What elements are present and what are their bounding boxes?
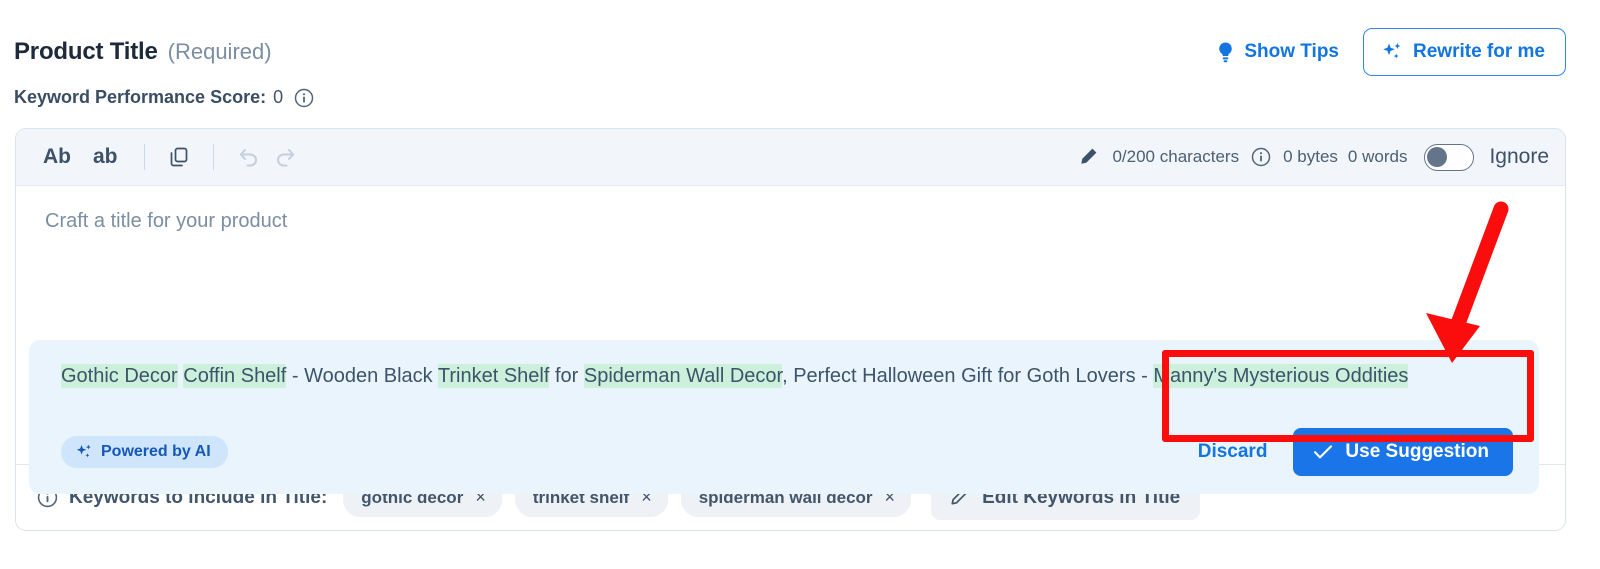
uppercase-button[interactable]: Ab <box>34 141 80 173</box>
toolbar-divider <box>143 144 145 170</box>
suggestion-keyword-highlight: Manny's Mysterious Oddities <box>1153 364 1409 388</box>
suggestion-actions: Discard Use Suggestion <box>1198 428 1513 476</box>
ignore-label: Ignore <box>1489 145 1549 168</box>
rewrite-for-me-label: Rewrite for me <box>1413 41 1545 62</box>
ai-suggestion-panel: Gothic Decor Coffin Shelf - Wooden Black… <box>29 340 1539 494</box>
title-group: Product Title (Required) <box>14 38 272 66</box>
suggestion-text: Gothic Decor Coffin Shelf - Wooden Black… <box>61 360 1513 393</box>
word-count: 0 words <box>1347 147 1408 166</box>
sparkles-icon <box>1381 41 1403 63</box>
suggestion-plain-text: , Perfect Halloween Gift for Goth Lovers… <box>782 365 1154 387</box>
product-title-editor-screen: Product Title (Required) Show Tips Rewri… <box>0 0 1600 569</box>
suggestion-keyword-highlight: Trinket Shelf <box>437 364 550 388</box>
toggle-knob <box>1427 146 1448 167</box>
title-editor-card: Ab ab 0/200 characters 0 bytes 0 words I… <box>15 128 1566 531</box>
header: Product Title (Required) Show Tips Rewri… <box>14 28 1566 76</box>
show-tips-label: Show Tips <box>1244 41 1340 62</box>
toolbar-right-group: 0/200 characters 0 bytes 0 words Ignore <box>1077 143 1549 171</box>
use-suggestion-label: Use Suggestion <box>1345 441 1489 462</box>
toolbar-left-group: Ab ab <box>34 140 303 174</box>
suggestion-plain-text: - Wooden Black <box>286 365 438 387</box>
discard-button[interactable]: Discard <box>1198 441 1268 463</box>
character-count: 0/200 characters <box>1112 147 1240 166</box>
score-label: Keyword Performance Score: <box>14 87 267 107</box>
score-value: 0 <box>273 87 284 107</box>
info-circle-icon[interactable] <box>294 88 314 108</box>
undo-icon[interactable] <box>231 140 265 174</box>
lightbulb-icon <box>1216 41 1235 63</box>
editor-body[interactable]: Craft a title for your product Gothic De… <box>16 186 1565 494</box>
keyword-performance-score: Keyword Performance Score: 0 <box>14 87 314 108</box>
editor-toolbar: Ab ab 0/200 characters 0 bytes 0 words I… <box>16 129 1565 186</box>
suggestion-keyword-highlight: Spiderman Wall Decor <box>583 364 783 388</box>
use-suggestion-button[interactable]: Use Suggestion <box>1293 428 1513 476</box>
redo-icon[interactable] <box>269 140 303 174</box>
lowercase-button[interactable]: ab <box>84 141 127 173</box>
suggestion-plain-text: for <box>549 365 584 387</box>
copy-icon[interactable] <box>162 140 196 174</box>
header-actions: Show Tips Rewrite for me <box>1216 28 1566 76</box>
ignore-toggle[interactable] <box>1424 143 1475 171</box>
title-input-placeholder: Craft a title for your product <box>45 210 288 232</box>
suggestion-footer: Powered by AI Discard Use Suggestion <box>61 428 1513 476</box>
required-note: (Required) <box>167 39 272 64</box>
powered-by-ai-label: Powered by AI <box>101 443 211 460</box>
powered-by-ai-badge: Powered by AI <box>61 436 228 468</box>
page-title: Product Title <box>14 38 158 65</box>
toolbar-divider-2 <box>212 144 214 170</box>
check-icon <box>1313 444 1333 460</box>
suggestion-keyword-highlight: Coffin Shelf <box>183 364 287 388</box>
suggestion-keyword-highlight: Gothic Decor <box>61 364 178 388</box>
pencil-icon[interactable] <box>1077 146 1099 168</box>
show-tips-button[interactable]: Show Tips <box>1216 41 1339 63</box>
sparkles-icon-badge <box>75 443 93 461</box>
byte-count: 0 bytes <box>1283 147 1338 166</box>
info-circle-icon-toolbar[interactable] <box>1251 147 1271 167</box>
rewrite-for-me-button[interactable]: Rewrite for me <box>1363 28 1566 76</box>
